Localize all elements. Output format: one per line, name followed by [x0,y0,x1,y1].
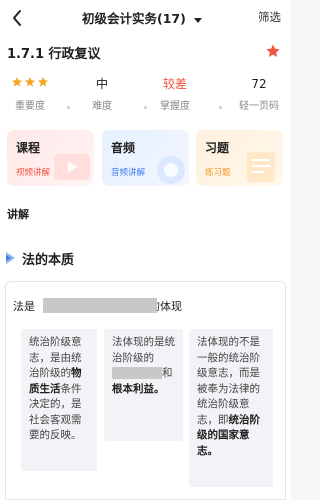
card-title: 音频 [111,141,136,155]
importance-star-icon [38,77,48,87]
importance-star-icon [25,77,35,87]
filter-button[interactable]: 筛选 [258,9,281,25]
course-card[interactable]: 课程 视频讲解 [7,130,94,186]
audio-decor-icon [157,156,185,184]
concept-text: 法体现的不是一般的统治阶级意志，而是被奉为法律的统治阶级意志，即 [197,336,260,426]
chapter-title-dropdown[interactable]: 初级会计实务(17) [82,8,186,27]
concept-keyword: 根本利益。 [112,382,165,395]
concept-text: 和 [162,367,173,379]
stat-label: 重要度 [15,101,45,112]
stat-importance: 重要度 [0,75,60,115]
card-subtitle: 视频讲解 [16,168,51,178]
concept-box-1: 统治阶级意志，是由统治阶级的物质生活条件决定的，是社会客观需要的反映。 [21,329,97,471]
divider-dot [66,95,71,109]
exercise-decor-icon [247,152,275,182]
importance-stars [0,75,60,93]
section-marker-icon [5,250,17,264]
redacted-blank[interactable] [43,298,157,313]
concept-box-2: 法体现的是统治阶级的 和 根本利益。 [104,329,183,441]
stat-label: 掌握度 [160,101,190,112]
importance-star-icon [12,77,22,87]
audio-card[interactable]: 音频 音频讲解 [102,130,189,186]
divider-dot [218,95,223,109]
favorite-star-icon[interactable] [265,43,281,59]
chevron-left-icon [13,10,21,26]
definition-prefix: 法是 [13,300,35,313]
back-button[interactable] [6,6,30,30]
stat-label: 轻一页码 [239,101,279,112]
card-title: 习题 [205,141,230,155]
stat-page: 72 轻一页码 [229,75,289,115]
stat-mastery: 较差 掌握度 [145,75,205,115]
explanation-label: 讲解 [7,208,29,221]
content-heading: 法的本质 [22,253,75,268]
stat-label: 难度 [92,101,112,112]
card-title: 课程 [16,141,41,155]
card-subtitle: 练习题 [205,168,231,178]
concept-box-3: 法体现的不是一般的统治阶级意志，而是被奉为法律的统治阶级意志，即统治阶级的国家意… [189,329,273,487]
stat-value: 72 [251,77,267,91]
stat-value: 较差 [162,77,187,91]
stat-difficulty: 中 难度 [72,75,132,115]
section-title: 1.7.1 行政复议 [7,47,101,62]
caret-down-icon[interactable] [193,10,203,23]
video-decor-icon [54,154,90,180]
stat-value: 中 [95,77,108,91]
card-subtitle: 音频讲解 [111,168,146,178]
concept-text: 法体现的是统治阶级的 [112,336,175,364]
exercise-card[interactable]: 习题 练习题 [196,130,283,186]
nav-bar: 初级会计实务(17) 筛选 [0,0,291,36]
redacted-blank[interactable] [112,367,162,379]
